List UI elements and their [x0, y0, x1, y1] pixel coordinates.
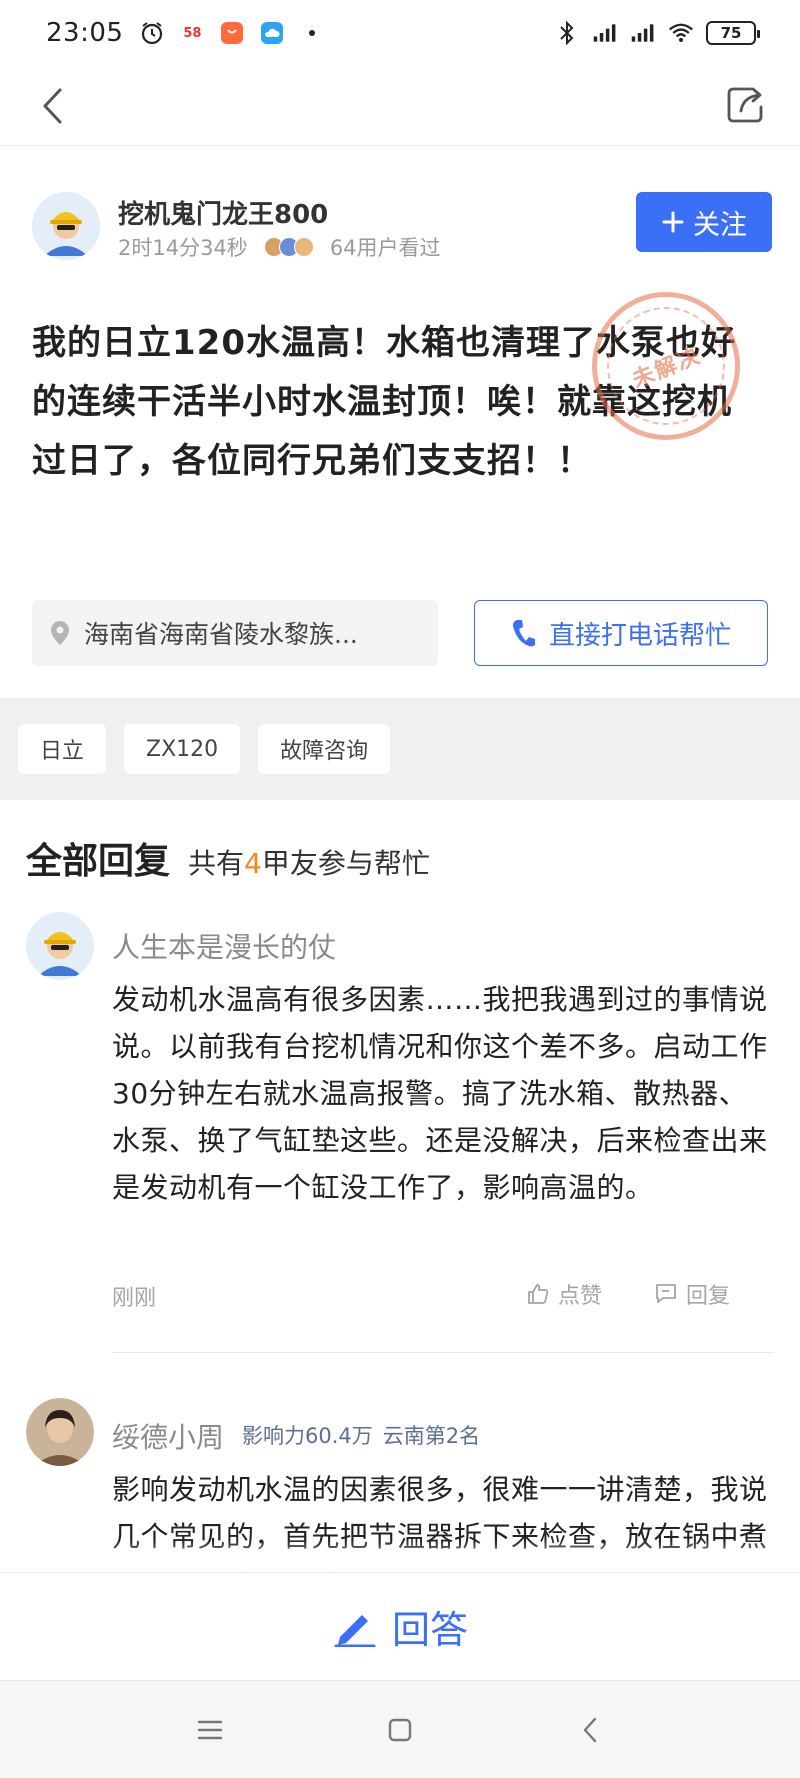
elapsed-time: 2时14分34秒 [118, 236, 248, 260]
battery-level: 75 [720, 24, 742, 42]
location-pin-icon [51, 621, 69, 645]
menu-button[interactable] [190, 1710, 230, 1750]
reply-author-name[interactable]: 人生本是漫长的仗 [112, 926, 336, 966]
tag-fault-consult[interactable]: 故障咨询 [258, 724, 391, 774]
system-back-icon [583, 1717, 597, 1742]
reply-button[interactable]: 回复 [654, 1278, 730, 1310]
rank-badge: 云南第2名 [382, 1424, 481, 1448]
notification-dot-icon [299, 20, 325, 46]
phone-icon [512, 620, 535, 647]
shopping-app-icon [219, 20, 245, 46]
system-back-button[interactable] [570, 1710, 610, 1750]
reply-body: 发动机水温高有很多因素……我把我遇到过的事情说说。以前我有台挖机情况和你这个差不… [112, 983, 768, 1204]
answer-button[interactable]: 回答 [0, 1572, 800, 1680]
stamp-label: 未解决 [628, 343, 705, 394]
reply-avatar[interactable] [26, 912, 94, 980]
follow-button[interactable]: 关注 [636, 192, 772, 252]
author-meta: 2时14分34秒 64用户看过 [118, 232, 441, 262]
tag-hitachi[interactable]: 日立 [18, 724, 107, 774]
call-label: 直接打电话帮忙 [548, 620, 731, 651]
pen-edit-icon [334, 1614, 376, 1647]
home-square-icon [388, 1718, 412, 1741]
battery-indicator: 75 [706, 21, 760, 45]
reply-time: 刚刚 [112, 1286, 157, 1311]
signal-icon-2 [630, 20, 656, 46]
wifi-icon [668, 20, 694, 46]
tag-label: ZX120 [146, 736, 219, 762]
comment-icon [656, 1284, 676, 1303]
chevron-left-icon [43, 88, 62, 124]
author-avatar[interactable] [32, 192, 100, 260]
app-58-icon: 58 [179, 20, 205, 46]
plus-icon [662, 211, 684, 233]
nav-bar [0, 66, 800, 146]
reply-author-name[interactable]: 绥德小周 [112, 1416, 224, 1456]
reply-avatar[interactable] [26, 1398, 94, 1466]
tag-label: 日立 [40, 739, 85, 764]
viewer-count: 64用户看过 [329, 236, 441, 260]
share-button[interactable] [720, 80, 770, 130]
bluetooth-icon [554, 20, 580, 46]
content-fade [0, 1540, 800, 1572]
signal-icon [592, 20, 618, 46]
tag-zx120[interactable]: ZX120 [124, 724, 241, 774]
menu-icon [197, 1720, 223, 1739]
status-bar: 23:05 58 75 [0, 0, 800, 66]
status-notifications: 58 [139, 20, 325, 46]
thumbs-up-icon [528, 1284, 549, 1304]
answer-label: 回答 [391, 1608, 468, 1652]
reply-label: 回复 [686, 1284, 731, 1309]
alarm-clock-icon [139, 20, 165, 46]
call-button[interactable]: 直接打电话帮忙 [474, 600, 768, 666]
reply-item: 人生本是漫长的仗 发动机水温高有很多因素……我把我遇到过的事情说说。以前我有台挖… [0, 912, 800, 1382]
viewer-avatars [263, 237, 314, 257]
author-name[interactable]: 挖机鬼门龙王800 [118, 194, 328, 231]
location-chip[interactable]: 海南省海南省陵水黎族... [32, 600, 438, 666]
back-button[interactable] [30, 82, 74, 130]
reply-author-badges: 影响力60.4万 云南第2名 [242, 1420, 480, 1450]
tags-bar: 日立 ZX120 故障咨询 [0, 698, 800, 800]
reply-count: 4 [244, 847, 262, 880]
app-58-label: 58 [183, 25, 202, 41]
system-navigation-bar [0, 1680, 800, 1778]
like-label: 点赞 [558, 1284, 603, 1309]
status-system-icons: 75 [554, 20, 760, 46]
home-button[interactable] [380, 1710, 420, 1750]
replies-title: 全部回复 [26, 841, 171, 882]
status-time: 23:05 [46, 18, 124, 48]
cloud-app-icon [259, 20, 285, 46]
replies-header: 全部回复 共有4甲友参与帮忙 [26, 832, 430, 884]
author-row: 挖机鬼门龙王800 2时14分34秒 64用户看过 关注 [32, 192, 772, 264]
location-text: 海南省海南省陵水黎族... [84, 620, 358, 649]
replies-count-text: 共有4甲友参与帮忙 [188, 847, 430, 880]
influence-badge: 影响力60.4万 [242, 1424, 373, 1448]
like-button[interactable]: 点赞 [526, 1278, 602, 1310]
share-icon [727, 87, 763, 123]
reply-divider [112, 1352, 774, 1353]
follow-label: 关注 [693, 209, 747, 241]
tag-label: 故障咨询 [280, 739, 369, 764]
